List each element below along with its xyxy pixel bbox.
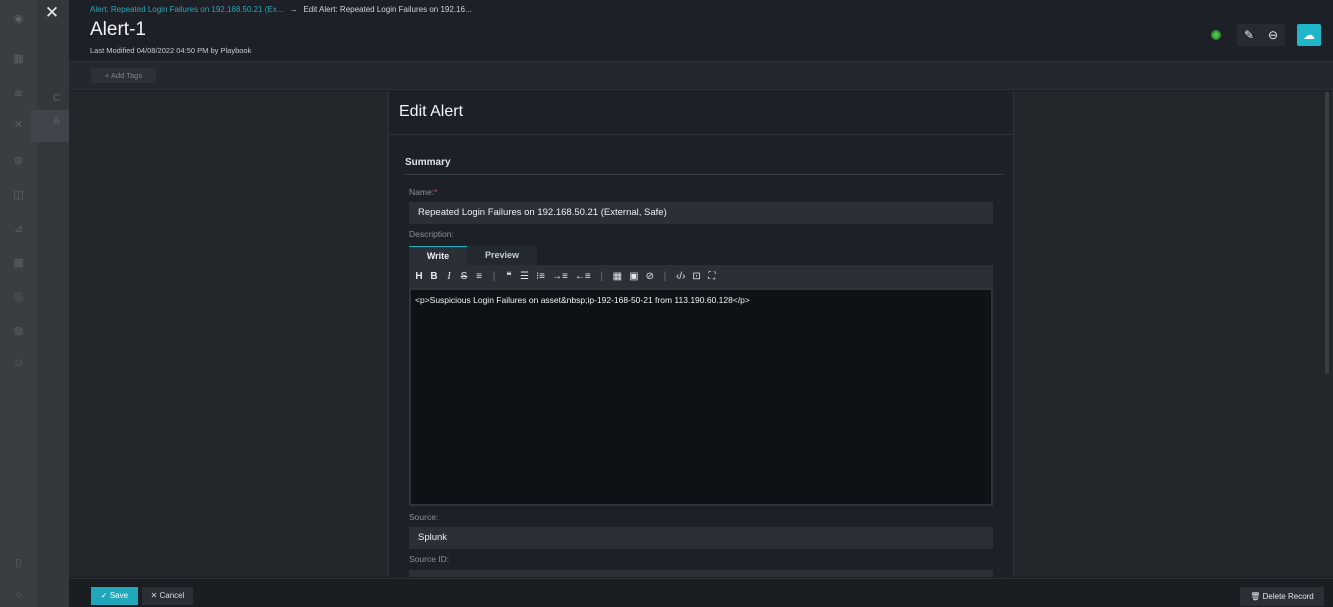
breadcrumb-arrow-icon: → [289, 5, 298, 14]
action-footer: ✓ Save ✕ Cancel 🗑 Delete Record [69, 578, 1333, 607]
bold-icon[interactable]: B [430, 271, 438, 282]
markdown-toolbar: H B I S ≡ | ❝ ☰ ⁝≡ →≡ ←≡ | ▦ ▣ ⊘ | ‹/› ⊡… [409, 265, 993, 288]
copy-link-button[interactable]: ⊖ [1261, 24, 1285, 46]
breadcrumb-parent-link[interactable]: Alert: Repeated Login Failures on 192.16… [90, 5, 283, 14]
section-title: Summary [405, 157, 451, 168]
record-header: Alert: Repeated Login Failures on 192.16… [69, 0, 1333, 62]
cancel-button[interactable]: ✕ Cancel [142, 587, 193, 605]
ordered-list-icon[interactable]: ⁝≡ [536, 271, 545, 282]
source-id-field[interactable] [409, 570, 993, 577]
active-nav-highlight [31, 110, 69, 142]
left-backdrop [69, 91, 388, 577]
toolbar-separator: | [663, 271, 667, 282]
tab-write[interactable]: Write [409, 246, 467, 265]
right-backdrop [1014, 91, 1333, 577]
comments-button[interactable]: ☁ [1297, 24, 1321, 46]
chat-icon: ☁ [1303, 28, 1315, 42]
edit-button[interactable]: ✎ [1237, 24, 1261, 46]
description-label: Description: [409, 229, 454, 239]
description-editor[interactable]: <p>Suspicious Login Failures on asset&nb… [409, 288, 993, 506]
add-tags-button[interactable]: + Add Tags [91, 68, 156, 83]
breadcrumb: Alert: Repeated Login Failures on 192.16… [90, 5, 472, 14]
settings-icon[interactable]: ⊛ [11, 154, 26, 169]
horizontal-rule-icon[interactable]: ≡ [475, 271, 483, 282]
save-button[interactable]: ✓ Save [91, 587, 138, 605]
image-icon[interactable]: ▣ [629, 271, 638, 282]
divider [405, 174, 1003, 175]
toolbar-separator: | [492, 271, 496, 282]
quote-icon[interactable]: ❝ [505, 271, 513, 282]
app-rail: ◉ ▦ ≋ ✕ ⊛ ◫ ⊿ ▦ ◎ ◍ ☺ ▯ ○ [0, 0, 37, 607]
link-icon[interactable]: ⊘ [646, 271, 654, 282]
book-icon[interactable]: ◫ [11, 188, 26, 203]
tab-preview[interactable]: Preview [467, 246, 537, 265]
reports-icon[interactable]: ⊿ [11, 222, 26, 237]
source-label: Source: [409, 512, 439, 522]
page-scrollbar[interactable] [1325, 92, 1329, 374]
ghost-text: C [53, 93, 61, 104]
incidents-icon[interactable]: ≋ [11, 87, 26, 102]
source-id-label: Source ID: [409, 554, 450, 564]
link-icon: ⊖ [1267, 28, 1279, 42]
logo-icon: ◉ [13, 13, 24, 25]
code-icon[interactable]: ‹/› [676, 271, 685, 282]
required-marker: * [434, 187, 438, 197]
tags-bar: + Add Tags [69, 62, 1333, 90]
editor-tabs: Write Preview [409, 246, 537, 265]
table-icon[interactable]: ▦ [613, 271, 622, 282]
pencil-icon: ✎ [1243, 28, 1255, 42]
breadcrumb-current: Edit Alert: Repeated Login Failures on 1… [303, 5, 472, 14]
strikethrough-icon[interactable]: S [460, 271, 468, 282]
delete-record-button[interactable]: 🗑 Delete Record [1240, 587, 1324, 606]
heading-icon[interactable]: H [415, 271, 423, 282]
header-actions: ✎ ⊖ ☁ [1211, 24, 1321, 46]
shuffle-icon[interactable]: ✕ [11, 118, 26, 133]
secondary-rail: C A [31, 0, 69, 607]
name-label: Name:* [409, 187, 438, 197]
target-icon[interactable]: ◎ [11, 290, 26, 305]
outdent-icon[interactable]: ←≡ [575, 271, 591, 282]
close-button[interactable]: ✕ [41, 3, 63, 25]
help-icon[interactable]: ○ [11, 588, 26, 603]
last-modified-text: Last Modified 04/08/2022 04:50 PM by Pla… [90, 46, 252, 55]
preview-icon[interactable]: ⊡ [692, 271, 700, 282]
italic-icon[interactable]: I [445, 271, 453, 282]
source-field[interactable]: Splunk [409, 527, 993, 549]
globe-icon[interactable]: ◍ [11, 324, 26, 339]
apps-icon[interactable]: ▦ [11, 256, 26, 271]
trash-icon[interactable]: ▯ [11, 556, 26, 571]
page-title: Alert-1 [90, 19, 146, 40]
panel-title: Edit Alert [399, 103, 464, 120]
status-indicator-icon [1211, 30, 1221, 40]
edit-alert-panel: Edit Alert Summary Name:* Repeated Login… [388, 91, 1014, 577]
toolbar-separator: | [600, 271, 603, 282]
users-icon[interactable]: ☺ [11, 356, 26, 371]
dashboard-icon[interactable]: ▦ [11, 52, 26, 67]
name-field[interactable]: Repeated Login Failures on 192.168.50.21… [409, 202, 993, 224]
unordered-list-icon[interactable]: ☰ [520, 271, 529, 282]
indent-icon[interactable]: →≡ [552, 271, 568, 282]
ghost-text: A [53, 116, 60, 127]
divider [389, 134, 1013, 135]
fullscreen-icon[interactable]: ⛶ [708, 271, 716, 282]
